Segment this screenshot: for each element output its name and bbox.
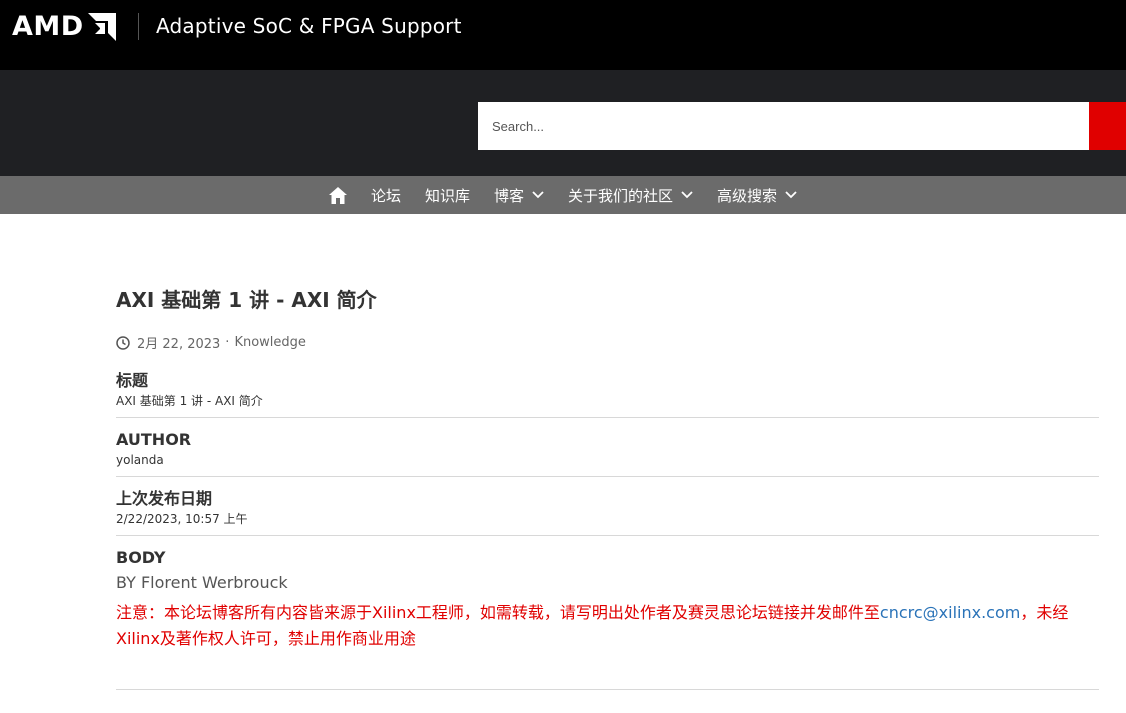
email-link[interactable]: cncrc@xilinx.com xyxy=(880,603,1020,622)
divider xyxy=(116,417,1099,418)
copyright-notice: 注意：本论坛博客所有内容皆来源于Xilinx工程师，如需转载，请写明出处作者及赛… xyxy=(116,600,1099,652)
nav-about-community-label: 关于我们的社区 xyxy=(568,186,674,205)
post-category[interactable]: Knowledge xyxy=(234,335,305,350)
main-nav: 论坛 知识库 博客 关于我们的社区 高级搜索 xyxy=(0,176,1126,214)
field-last-published: 上次发布日期 2/22/2023, 10:57 上午 xyxy=(116,489,1099,527)
nav-knowledge-base[interactable]: 知识库 xyxy=(425,176,470,214)
nav-forum[interactable]: 论坛 xyxy=(371,176,401,214)
amd-arrow-logo-icon xyxy=(87,13,116,41)
amd-logo[interactable]: AMD xyxy=(12,13,116,41)
nav-about-community[interactable]: 关于我们的社区 xyxy=(568,176,693,214)
body-byline: BY Florent Werbrouck xyxy=(116,573,288,592)
divider xyxy=(116,689,1099,690)
nav-blog-label: 博客 xyxy=(493,186,524,205)
field-value: yolanda xyxy=(116,453,164,467)
nav-blog[interactable]: 博客 xyxy=(494,176,544,214)
amd-logo-text: AMD xyxy=(12,11,84,42)
chevron-down-icon xyxy=(785,191,797,199)
nav-knowledge-base-label: 知识库 xyxy=(424,186,470,205)
search-input[interactable] xyxy=(478,102,1090,150)
field-title: 标题 AXI 基础第 1 讲 - AXI 简介 xyxy=(116,371,1099,409)
field-value: 2/22/2023, 10:57 上午 xyxy=(116,512,248,526)
nav-home[interactable] xyxy=(328,176,347,214)
site-title[interactable]: Adaptive SoC & FPGA Support xyxy=(156,13,462,39)
home-icon xyxy=(328,186,347,204)
field-body: BODY BY Florent Werbrouck 注意：本论坛博客所有内容皆来… xyxy=(116,548,1099,652)
header-divider xyxy=(138,13,139,40)
search-banner xyxy=(0,70,1126,176)
chevron-down-icon xyxy=(532,191,544,199)
field-label: AUTHOR xyxy=(116,430,192,449)
clock-icon xyxy=(116,335,130,350)
field-label: 上次发布日期 xyxy=(116,489,213,508)
post-date: 2月 22, 2023 xyxy=(137,337,221,352)
page-title: AXI 基础第 1 讲 - AXI 简介 xyxy=(116,288,377,312)
nav-forum-label: 论坛 xyxy=(370,186,401,205)
search-button[interactable] xyxy=(1089,102,1126,150)
nav-advanced-search[interactable]: 高级搜索 xyxy=(717,176,797,214)
nav-advanced-search-label: 高级搜索 xyxy=(717,186,778,205)
notice-text-before: 注意：本论坛博客所有内容皆来源于Xilinx工程师，如需转载，请写明出处作者及赛… xyxy=(116,603,880,622)
field-author: AUTHOR yolanda xyxy=(116,430,1099,468)
field-label: BODY xyxy=(116,548,166,567)
field-value: AXI 基础第 1 讲 - AXI 简介 xyxy=(116,394,263,408)
chevron-down-icon xyxy=(681,191,693,199)
field-label: 标题 xyxy=(116,371,149,390)
divider xyxy=(116,476,1099,477)
meta-separator: · xyxy=(225,335,230,350)
divider xyxy=(116,535,1099,536)
post-meta: 2月 22, 2023 · Knowledge xyxy=(116,333,306,352)
top-bar: AMD Adaptive SoC & FPGA Support xyxy=(0,0,1126,70)
